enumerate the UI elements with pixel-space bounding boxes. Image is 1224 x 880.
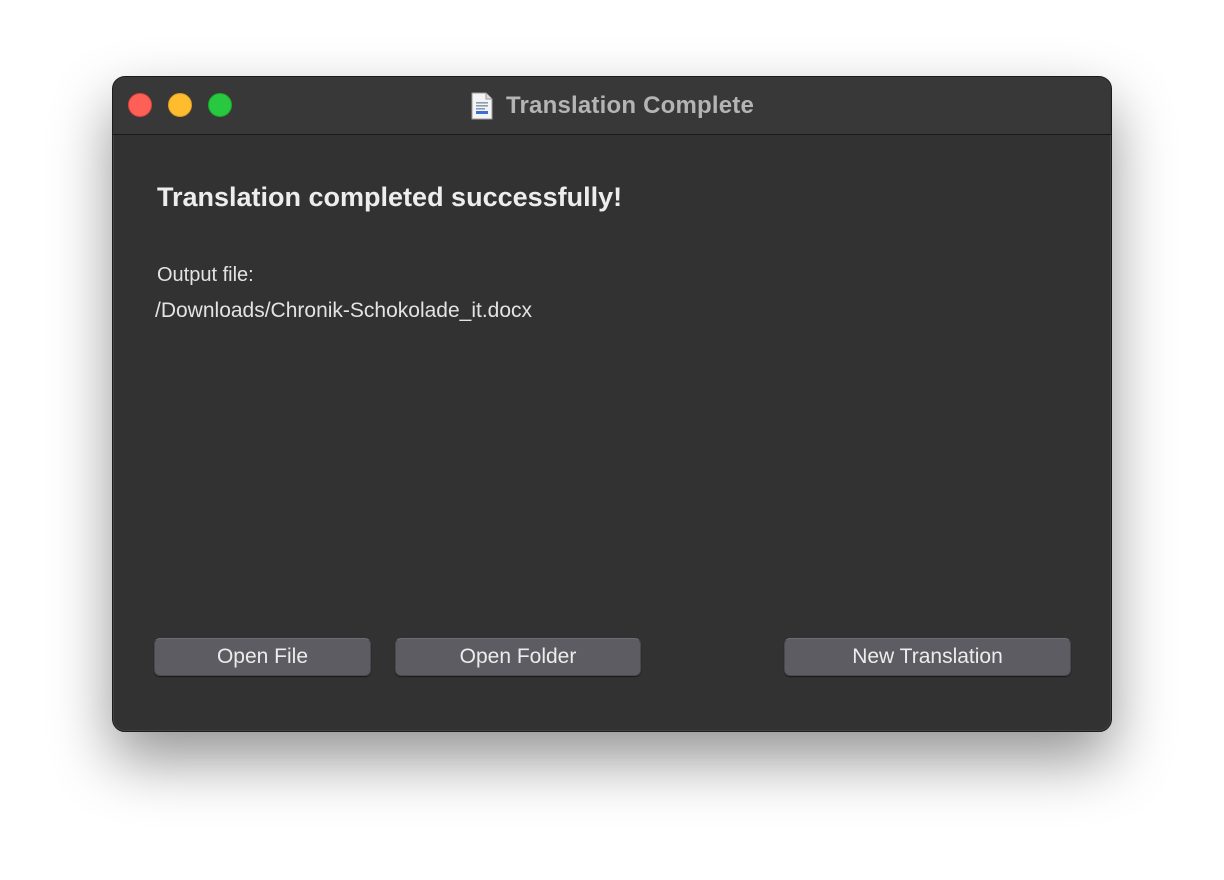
window-title-group: Translation Complete	[113, 77, 1111, 134]
translation-complete-window: Translation Complete Translation complet…	[112, 76, 1112, 732]
title-bar[interactable]: Translation Complete	[113, 77, 1111, 135]
document-icon	[471, 92, 493, 119]
window-title: Translation Complete	[505, 91, 755, 119]
output-file-label: Output file:	[157, 264, 254, 286]
output-file-path: /Downloads/Chronik-Schokolade_it.docx	[155, 299, 533, 322]
open-file-button[interactable]: Open File	[154, 638, 371, 676]
success-heading: Translation completed successfully!	[157, 182, 623, 212]
open-folder-button[interactable]: Open Folder	[395, 638, 641, 676]
new-translation-button[interactable]: New Translation	[784, 638, 1071, 676]
